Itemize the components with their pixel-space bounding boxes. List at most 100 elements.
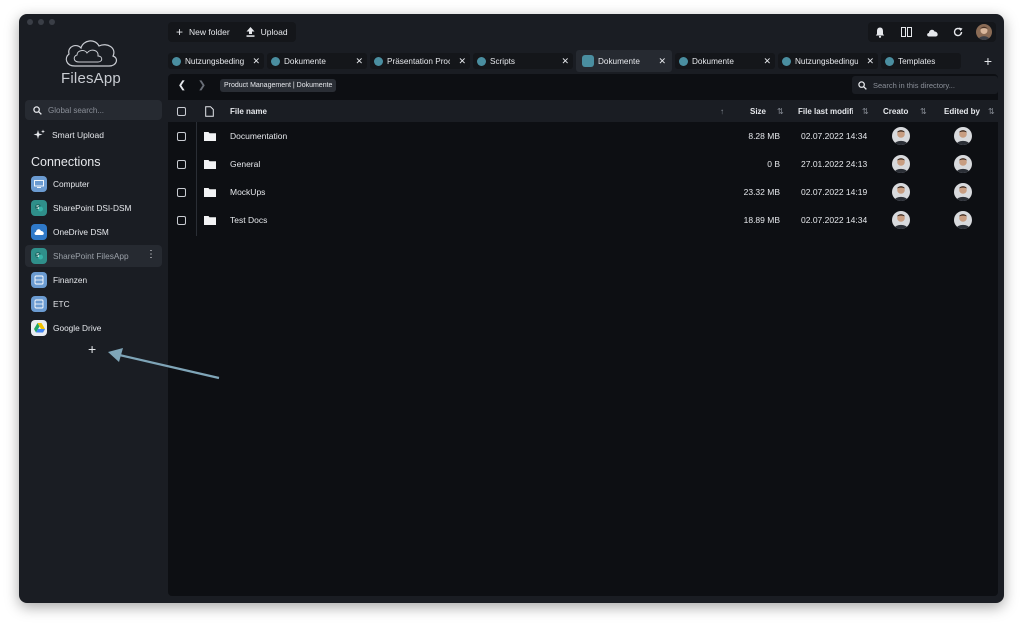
close-tab-icon[interactable]: ✕	[458, 56, 466, 67]
sort-asc-icon[interactable]: ↑	[720, 100, 724, 122]
tab-bar: Nutzungsbedingu ✕ Dokumente ✕ Präsentation P…	[168, 50, 996, 72]
connection-etc[interactable]: ETC	[25, 293, 162, 315]
split-view-icon[interactable]	[898, 24, 914, 40]
cloud-icon[interactable]	[924, 24, 940, 40]
folder-icon	[204, 206, 216, 234]
table-header: File name ↑ Size ⇅ File last modifi ⇅ Cr…	[168, 100, 998, 122]
sort-icon[interactable]: ⇅	[988, 100, 995, 122]
upload-label: Upload	[260, 27, 288, 37]
directory-search[interactable]	[852, 76, 998, 94]
back-button[interactable]: ❮	[172, 80, 192, 91]
sort-icon[interactable]: ⇅	[920, 100, 927, 122]
tab-0[interactable]: Nutzungsbedingu ✕	[168, 53, 264, 69]
connection-google-drive[interactable]: Google Drive	[25, 317, 162, 339]
file-name[interactable]: General	[230, 150, 260, 178]
folder-icon	[204, 178, 216, 206]
sharepoint-icon	[782, 56, 791, 66]
creator-avatar[interactable]	[892, 122, 910, 150]
column-file-name[interactable]: File name	[230, 100, 267, 122]
connection-label: Computer	[53, 179, 90, 189]
global-search-input[interactable]	[48, 105, 148, 115]
file-size: 23.32 MB	[743, 187, 780, 197]
file-modified: 02.07.2022 14:19	[801, 187, 868, 197]
row-checkbox[interactable]	[177, 206, 186, 234]
table-row[interactable]: Documentation 8.28 MB 02.07.2022 14:34	[168, 122, 998, 150]
connection-finanzen[interactable]: Finanzen	[25, 269, 162, 291]
connection-sharepoint-dsi-dsm[interactable]: S SharePoint DSI-DSM	[25, 197, 162, 219]
close-tab-icon[interactable]: ✕	[355, 56, 363, 67]
tab-2[interactable]: Präsentation Proc ✕	[370, 53, 470, 69]
user-avatar[interactable]	[976, 24, 992, 40]
svg-text:S: S	[36, 253, 39, 259]
file-modified: 02.07.2022 14:34	[801, 215, 868, 225]
connection-sharepoint-filesapp[interactable]: S SharePoint FilesApp ⋮	[25, 245, 162, 267]
table-row[interactable]: MockUps 23.32 MB 02.07.2022 14:19	[168, 178, 998, 206]
file-modified: 02.07.2022 14:34	[801, 131, 868, 141]
tab-label: Scripts	[490, 56, 516, 66]
row-checkbox[interactable]	[177, 150, 186, 178]
close-tab-icon[interactable]: ✕	[866, 56, 874, 67]
file-type-icon	[205, 100, 214, 122]
connection-computer[interactable]: Computer	[25, 173, 162, 195]
new-folder-button[interactable]: + New folder	[168, 22, 238, 42]
creator-avatar[interactable]	[892, 150, 910, 178]
column-edited-by[interactable]: Edited by	[944, 100, 980, 122]
global-search[interactable]	[25, 100, 162, 120]
row-checkbox[interactable]	[177, 122, 186, 150]
creator-avatar[interactable]	[892, 178, 910, 206]
row-checkbox[interactable]	[177, 178, 186, 206]
connection-label: Finanzen	[53, 275, 88, 285]
tab-6[interactable]: Nutzungsbedingu ✕	[778, 53, 878, 69]
folder-icon	[204, 122, 216, 150]
upload-button[interactable]: Upload	[238, 22, 296, 42]
close-tab-icon[interactable]: ✕	[658, 56, 666, 67]
file-name[interactable]: Documentation	[230, 122, 287, 150]
connections-list: Computer S SharePoint DSI-DSM OneDrive D…	[25, 173, 162, 341]
file-name[interactable]: Test Docs	[230, 206, 267, 234]
sharepoint-icon	[582, 55, 594, 67]
table-row[interactable]: Test Docs 18.89 MB 02.07.2022 14:34	[168, 206, 998, 234]
top-right-toolbar	[868, 22, 996, 42]
google-drive-icon	[31, 320, 47, 336]
more-options-icon[interactable]: ⋮	[146, 250, 156, 260]
search-icon	[858, 80, 867, 90]
refresh-icon[interactable]	[950, 24, 966, 40]
tab-7[interactable]: Templates	[881, 53, 961, 69]
close-tab-icon[interactable]: ✕	[763, 56, 771, 67]
directory-search-input[interactable]	[873, 80, 983, 90]
file-browser-panel: ❮ ❯ Product Management | Dokumente File …	[168, 74, 998, 596]
close-tab-icon[interactable]: ✕	[252, 56, 260, 67]
connection-label: Google Drive	[53, 323, 102, 333]
bell-icon[interactable]	[872, 24, 888, 40]
connection-onedrive-dsm[interactable]: OneDrive DSM	[25, 221, 162, 243]
add-tab-button[interactable]: +	[984, 53, 996, 69]
editor-avatar[interactable]	[954, 206, 972, 234]
sort-icon[interactable]: ⇅	[777, 100, 784, 122]
breadcrumb[interactable]: Product Management | Dokumente	[220, 78, 337, 92]
forward-button[interactable]: ❯	[192, 80, 212, 91]
tab-3[interactable]: Scripts ✕	[473, 53, 573, 69]
smart-upload-button[interactable]: Smart Upload	[33, 129, 104, 141]
tab-4[interactable]: Dokumente ✕	[576, 50, 672, 72]
sort-icon[interactable]: ⇅	[862, 100, 869, 122]
close-tab-icon[interactable]: ✕	[561, 56, 569, 67]
column-size[interactable]: Size	[750, 100, 766, 122]
cloud-logo-icon	[65, 40, 118, 67]
editor-avatar[interactable]	[954, 122, 972, 150]
editor-avatar[interactable]	[954, 150, 972, 178]
column-last-modified[interactable]: File last modifi	[798, 100, 853, 122]
editor-avatar[interactable]	[954, 178, 972, 206]
tab-1[interactable]: Dokumente ✕	[267, 53, 367, 69]
creator-avatar[interactable]	[892, 206, 910, 234]
file-name[interactable]: MockUps	[230, 178, 265, 206]
tab-label: Nutzungsbedingu	[185, 56, 245, 66]
column-creator[interactable]: Creato	[883, 100, 908, 122]
tab-5[interactable]: Dokumente ✕	[675, 53, 775, 69]
tab-label: Präsentation Proc	[387, 56, 451, 66]
add-connection-button[interactable]: +	[88, 341, 96, 357]
table-row[interactable]: General 0 B 27.01.2022 24:13	[168, 150, 998, 178]
sharepoint-icon: S	[31, 248, 47, 264]
search-icon	[33, 105, 42, 115]
select-all-checkbox[interactable]	[177, 100, 186, 122]
tab-label: Nutzungsbedingu	[795, 56, 859, 66]
